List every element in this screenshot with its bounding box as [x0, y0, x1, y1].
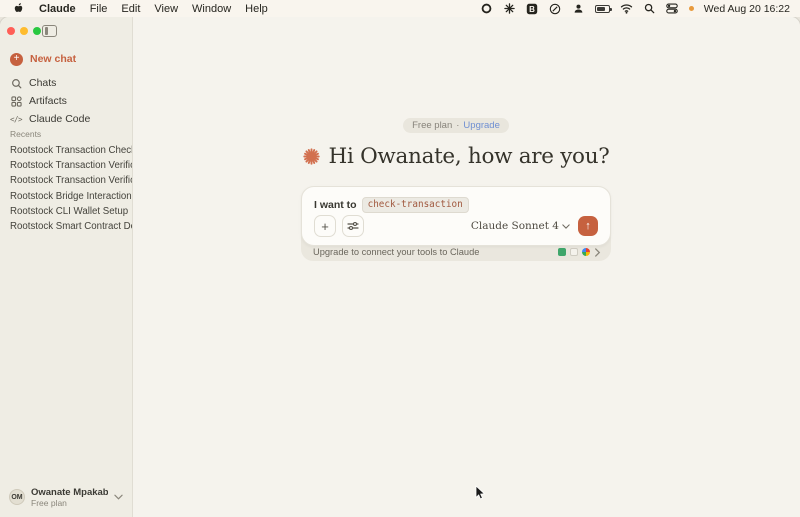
menu-file[interactable]: File: [90, 3, 108, 15]
mouse-cursor: [475, 485, 486, 506]
recent-chat-item[interactable]: Rootstock Smart Contract Deploy...: [0, 219, 132, 234]
new-chat-plus-icon: +: [10, 53, 23, 66]
prompt-text: I want to: [314, 199, 357, 211]
recent-chat-item[interactable]: Rootstock Bridge Interaction: [0, 189, 132, 204]
tool-app-icon-1: [558, 248, 566, 256]
plan-badge-plan: Free plan: [412, 120, 452, 131]
battery-icon[interactable]: [595, 5, 610, 13]
control-center-icon[interactable]: [666, 2, 679, 15]
artifacts-icon: [10, 95, 22, 107]
plan-badge-row: Free plan · Upgrade: [301, 118, 611, 133]
sliders-icon: [347, 221, 359, 231]
sidebar-item-label: Chats: [29, 77, 56, 89]
sidebar-item-label: Artifacts: [29, 95, 67, 107]
tools-banner-label: Upgrade to connect your tools to Claude: [313, 247, 479, 257]
zoom-window-button[interactable]: [33, 27, 41, 35]
wifi-icon[interactable]: [620, 2, 633, 15]
menu-window[interactable]: Window: [192, 3, 231, 15]
sidebar-item-label: Claude Code: [29, 113, 90, 125]
recent-chat-item[interactable]: Rootstock Transaction Verification: [0, 158, 132, 173]
send-button[interactable]: ↑: [578, 216, 598, 236]
code-token: check-transaction: [362, 197, 469, 213]
code-icon: </>: [10, 113, 22, 125]
composer: Upgrade to connect your tools to Claude …: [301, 186, 611, 246]
tools-settings-button[interactable]: [342, 215, 364, 237]
search-icon[interactable]: [643, 2, 656, 15]
plan-badge-separator: ·: [456, 120, 459, 131]
apple-logo-icon[interactable]: [12, 2, 25, 15]
window-controls: [7, 27, 41, 35]
plus-icon: +: [321, 220, 329, 233]
recents-header: Recents: [10, 129, 41, 139]
user-icon[interactable]: [572, 2, 585, 15]
upgrade-link[interactable]: Upgrade: [463, 120, 499, 131]
greeting-title: Hi Owanate, how are you?: [329, 144, 610, 169]
notification-dot-icon: [689, 6, 694, 11]
b-app-icon[interactable]: B: [526, 2, 539, 15]
record-icon[interactable]: [480, 2, 493, 15]
menu-edit[interactable]: Edit: [121, 3, 140, 15]
chevron-right-icon: [594, 248, 601, 257]
avatar: OM: [9, 489, 25, 505]
user-plan-label: Free plan: [31, 498, 108, 508]
model-selector[interactable]: Claude Sonnet 4: [471, 220, 570, 232]
chevron-down-icon: [114, 494, 123, 500]
claude-menubar-icon[interactable]: [503, 2, 516, 15]
macos-menu-bar: Claude File Edit View Window Help B: [0, 0, 800, 17]
close-window-button[interactable]: [7, 27, 15, 35]
user-name: Owanate Mpakaboari A...: [31, 487, 108, 498]
desktop-screen: Claude File Edit View Window Help B: [0, 0, 800, 517]
sidebar-item-chats[interactable]: Chats: [0, 74, 132, 92]
menubar-app-name[interactable]: Claude: [39, 3, 76, 15]
main-content: Free plan · Upgrade Hi Owanate, how are …: [133, 17, 800, 517]
sidebar-toggle-icon[interactable]: [42, 25, 57, 37]
tool-app-icon-2: [570, 248, 578, 256]
menu-help[interactable]: Help: [245, 3, 268, 15]
menu-view[interactable]: View: [154, 3, 178, 15]
sidebar: + New chat Chats Artifacts </>: [0, 17, 133, 517]
attach-button[interactable]: +: [314, 215, 336, 237]
recent-chat-item[interactable]: Rootstock CLI Wallet Setup: [0, 204, 132, 219]
recent-chat-item[interactable]: Rootstock Transaction Verification: [0, 173, 132, 188]
message-input[interactable]: I want to check-transaction: [314, 197, 598, 213]
tool-app-icon-3: [582, 248, 590, 256]
chats-icon: [10, 77, 22, 89]
send-arrow-icon: ↑: [585, 220, 591, 232]
chevron-down-icon: [562, 224, 570, 229]
svg-text:B: B: [529, 5, 535, 14]
message-input-card[interactable]: I want to check-transaction + Claude Son…: [301, 186, 611, 246]
new-chat-button[interactable]: + New chat: [0, 50, 132, 68]
user-account-menu[interactable]: OM Owanate Mpakaboari A... Free plan: [4, 483, 128, 511]
plan-badge: Free plan · Upgrade: [403, 118, 509, 133]
paperclip-icon[interactable]: [549, 2, 562, 15]
claude-starburst-icon: [303, 148, 320, 165]
new-chat-label: New chat: [30, 53, 76, 65]
sidebar-item-claude-code[interactable]: </> Claude Code: [0, 110, 132, 128]
recents-list: Rootstock Transaction Check Rootstock Tr…: [0, 143, 132, 234]
minimize-window-button[interactable]: [20, 27, 28, 35]
sidebar-nav: + New chat Chats Artifacts </>: [0, 50, 132, 128]
greeting-row: Hi Owanate, how are you?: [201, 144, 711, 169]
model-name: Claude Sonnet 4: [471, 220, 559, 232]
menubar-clock[interactable]: Wed Aug 20 16:22: [704, 3, 790, 15]
recent-chat-item[interactable]: Rootstock Transaction Check: [0, 143, 132, 158]
claude-app-window: + New chat Chats Artifacts </>: [0, 17, 800, 517]
sidebar-item-artifacts[interactable]: Artifacts: [0, 92, 132, 110]
